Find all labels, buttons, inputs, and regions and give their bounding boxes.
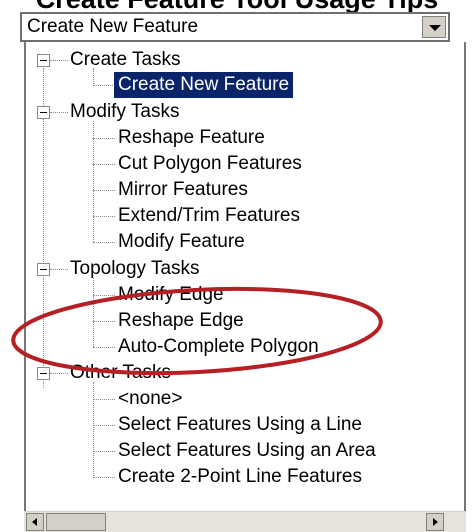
tree-group-create-tasks[interactable]: Create Tasks [70, 47, 181, 73]
tree-group-other-tasks[interactable]: Other Tasks [70, 360, 171, 386]
tree-connector [50, 112, 68, 113]
tree-connector [93, 321, 115, 322]
tree-item-reshape-feature[interactable]: Reshape Feature [118, 125, 265, 151]
task-tree: Create Tasks Create New Feature Modify T… [24, 42, 466, 531]
dropdown-button[interactable] [422, 16, 446, 38]
task-dropdown-value: Create New Feature [27, 16, 199, 37]
group-line-modify [93, 121, 94, 242]
tree-connector [93, 85, 113, 86]
tree-connector [93, 190, 115, 191]
cropped-title-banner: Create Feature Tool Usage Tips [0, 0, 474, 12]
tree-connector [50, 60, 68, 61]
tree-item-select-features-using-a-line[interactable]: Select Features Using a Line [118, 412, 362, 438]
tree-item-auto-complete-polygon[interactable]: Auto-Complete Polygon [118, 334, 319, 360]
scrollbar-thumb[interactable] [46, 513, 106, 531]
scroll-right-button[interactable] [426, 513, 444, 531]
tree-connector [93, 164, 115, 165]
tree-item-cut-polygon-features[interactable]: Cut Polygon Features [118, 151, 302, 177]
collapse-minus-icon[interactable] [37, 263, 50, 276]
collapse-minus-icon[interactable] [37, 367, 50, 380]
arrow-right-icon [433, 518, 438, 526]
tree-connector [93, 451, 115, 452]
tree-item-modify-edge[interactable]: Modify Edge [118, 282, 224, 308]
collapse-minus-icon[interactable] [37, 106, 50, 119]
tree-connector [93, 295, 115, 296]
collapse-minus-icon[interactable] [37, 54, 50, 67]
chevron-down-icon [429, 25, 441, 31]
tree-item-modify-feature[interactable]: Modify Feature [118, 229, 245, 255]
tree-item-create-new-feature[interactable]: Create New Feature [114, 72, 294, 98]
tree-connector [93, 477, 115, 478]
tree-group-modify-tasks[interactable]: Modify Tasks [70, 99, 179, 125]
tree-group-topology-tasks[interactable]: Topology Tasks [70, 256, 200, 282]
arrow-left-icon [32, 518, 37, 526]
tree-connector [50, 373, 68, 374]
group-line-topology [93, 278, 94, 347]
horizontal-scrollbar[interactable] [24, 511, 466, 532]
tree-item-extend-trim-features[interactable]: Extend/Trim Features [118, 203, 300, 229]
tree-connector [93, 216, 115, 217]
tree-item-select-features-using-an-area[interactable]: Select Features Using an Area [118, 438, 376, 464]
tree-connector [93, 138, 115, 139]
scroll-left-button[interactable] [26, 513, 44, 531]
tree-item-reshape-edge[interactable]: Reshape Edge [118, 308, 244, 334]
tree-item-mirror-features[interactable]: Mirror Features [118, 177, 248, 203]
task-dropdown[interactable]: Create New Feature [20, 12, 450, 42]
tree-item-none[interactable]: <none> [118, 386, 182, 412]
tree-connector [93, 425, 115, 426]
tree-connector [93, 347, 115, 348]
tree-item-create-2-point-line-features[interactable]: Create 2-Point Line Features [118, 464, 362, 490]
group-line-other [93, 382, 94, 478]
tree-connector [50, 269, 68, 270]
banner-text: Create Feature Tool Usage Tips [0, 0, 474, 12]
tree-connector [93, 399, 115, 400]
tree-connector [93, 242, 115, 243]
